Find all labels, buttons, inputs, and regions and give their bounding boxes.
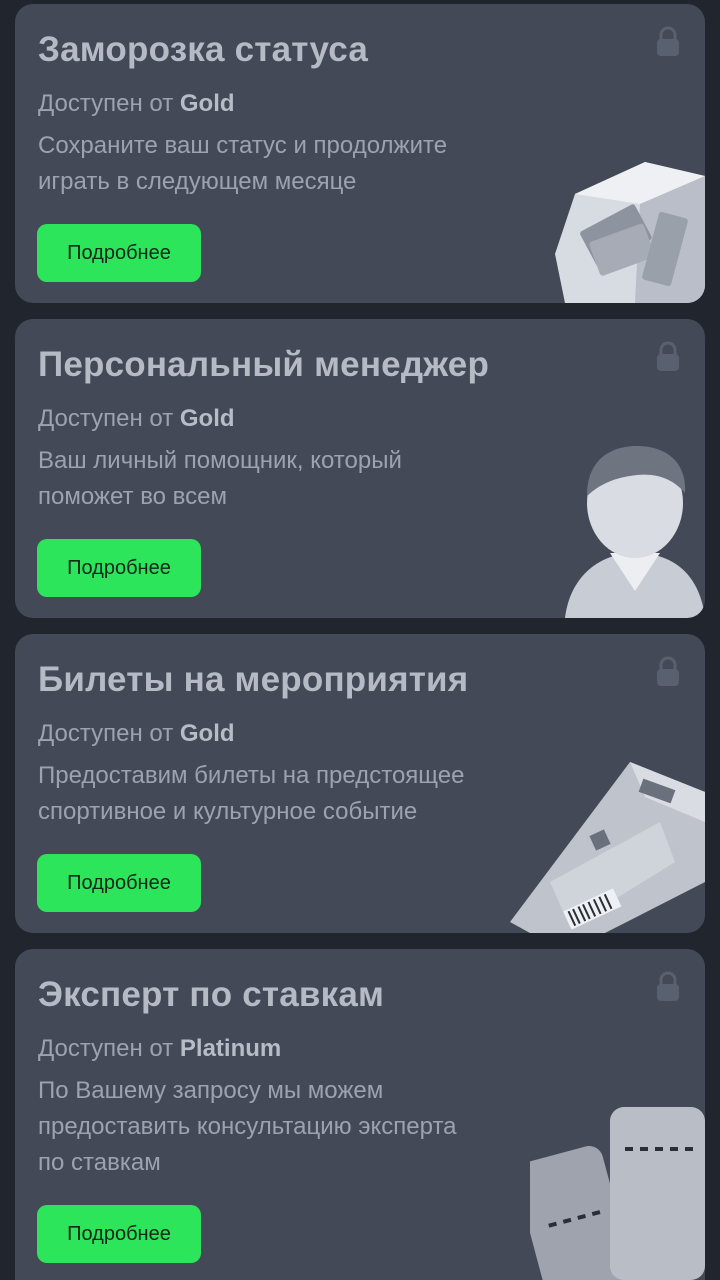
availability-tier: Gold xyxy=(179,405,235,432)
card-status-freeze: Заморозка статуса Доступен от Gold Сохра… xyxy=(15,4,705,303)
card-personal-manager: Персональный менеджер Доступен от Gold В… xyxy=(15,319,705,618)
lock-icon xyxy=(657,656,679,686)
availability-prefix: Доступен от xyxy=(38,405,174,432)
description-line: Предоставим билеты на предстоящее xyxy=(38,762,465,789)
card-description: Сохраните ваш статус и продолжите играть… xyxy=(38,128,538,200)
privileges-screen: Заморозка статуса Доступен от Gold Сохра… xyxy=(0,0,720,1280)
availability-tier: Gold xyxy=(179,720,235,747)
description-line: спортивное и культурное событие xyxy=(38,798,418,825)
card-availability: Доступен от Gold xyxy=(38,90,235,118)
lock-icon xyxy=(657,971,679,1001)
description-line: По Вашему запросу мы можем xyxy=(38,1077,384,1104)
ticket-icon xyxy=(510,762,705,933)
description-line: поможет во всем xyxy=(38,483,228,510)
card-event-tickets: Билеты на мероприятия Доступен от Gold П… xyxy=(15,634,705,933)
availability-prefix: Доступен от xyxy=(38,90,174,117)
availability-tier: Gold xyxy=(179,90,235,117)
card-description: По Вашему запросу мы можем предоставить … xyxy=(38,1073,538,1181)
card-betting-expert: Эксперт по ставкам Доступен от Platinum … xyxy=(15,949,705,1280)
more-button[interactable]: Подробнее xyxy=(37,539,201,597)
card-availability: Доступен от Gold xyxy=(38,405,235,433)
description-line: по ставкам xyxy=(38,1149,161,1176)
more-button[interactable]: Подробнее xyxy=(37,854,201,912)
ice-cube-money-icon xyxy=(555,162,705,303)
card-availability: Доступен от Gold xyxy=(38,720,235,748)
description-line: играть в следующем месяце xyxy=(38,168,357,195)
availability-prefix: Доступен от xyxy=(38,1035,174,1062)
card-title: Заморозка статуса xyxy=(38,30,369,69)
lock-icon xyxy=(657,26,679,56)
availability-tier: Platinum xyxy=(179,1035,282,1062)
card-description: Предоставим билеты на предстоящее спорти… xyxy=(38,758,538,830)
card-description: Ваш личный помощник, который поможет во … xyxy=(38,443,538,515)
card-availability: Доступен от Platinum xyxy=(38,1035,281,1063)
availability-prefix: Доступен от xyxy=(38,720,174,747)
more-button[interactable]: Подробнее xyxy=(37,1205,201,1263)
more-button[interactable]: Подробнее xyxy=(37,224,201,282)
description-line: предоставить консультацию эксперта xyxy=(38,1113,457,1140)
description-line: Ваш личный помощник, который xyxy=(38,447,402,474)
bet-cards-icon xyxy=(530,1107,705,1280)
person-manager-icon xyxy=(565,446,705,618)
card-title: Персональный менеджер xyxy=(38,345,490,384)
card-title: Эксперт по ставкам xyxy=(38,975,385,1014)
card-title: Билеты на мероприятия xyxy=(38,660,469,699)
lock-icon xyxy=(657,341,679,371)
description-line: Сохраните ваш статус и продолжите xyxy=(38,132,448,159)
